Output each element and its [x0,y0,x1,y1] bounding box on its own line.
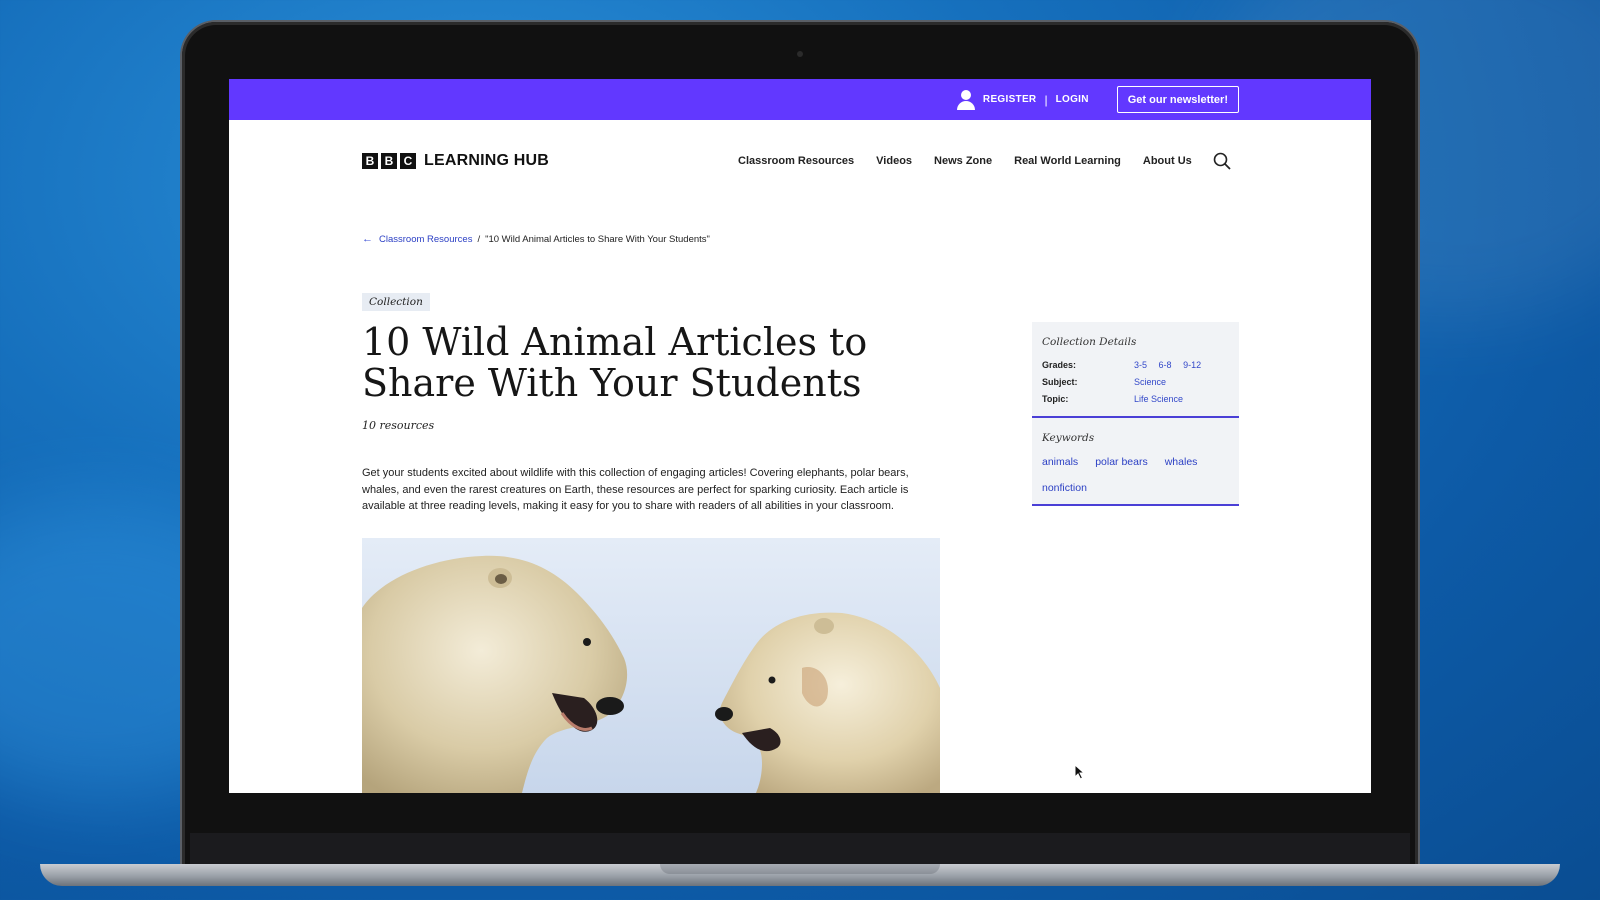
grades-row: Grades: 3-5 6-8 9-12 [1042,360,1229,370]
nav-real-world-learning[interactable]: Real World Learning [1014,155,1121,167]
site-header: B B C LEARNING HUB Classroom Resources V… [229,120,1371,205]
nav-classroom-resources[interactable]: Classroom Resources [738,155,854,167]
nav-about-us[interactable]: About Us [1143,155,1192,167]
grade-link-9-12[interactable]: 9-12 [1183,360,1201,370]
keyword-polar-bears[interactable]: polar bears [1095,456,1148,468]
camera [797,51,803,57]
subject-label: Subject: [1042,377,1078,387]
bbc-learning-hub-logo[interactable]: B B C LEARNING HUB [362,152,549,170]
laptop-bezel [190,833,1410,865]
topic-label: Topic: [1042,394,1069,404]
page-title: 10 Wild Animal Articles to Share With Yo… [362,320,868,405]
register-link[interactable]: REGISTER [983,94,1037,105]
breadcrumb-current: "10 Wild Animal Articles to Share With Y… [485,233,710,245]
collection-details-heading: Collection Details [1042,336,1137,348]
user-icon [956,89,975,110]
newsletter-button[interactable]: Get our newsletter! [1116,86,1239,113]
logo-block-3: C [400,153,416,169]
keywords-list: animals polar bears whales nonfiction [1042,456,1229,494]
breadcrumb-separator: / [477,233,481,245]
keyword-animals[interactable]: animals [1042,456,1078,468]
keyword-whales[interactable]: whales [1165,456,1198,468]
logo-block-1: B [362,153,378,169]
login-link[interactable]: LOGIN [1056,94,1089,105]
back-arrow-icon[interactable]: ← [362,233,373,245]
grade-link-3-5[interactable]: 3-5 [1134,360,1147,370]
nav-videos[interactable]: Videos [876,155,912,167]
nav-news-zone[interactable]: News Zone [934,155,992,167]
browser-screen: REGISTER | LOGIN Get our newsletter! B B… [229,79,1371,793]
collection-description: Get your students excited about wildlife… [362,467,909,512]
collection-tag: Collection [362,293,430,311]
polar-bears-image [362,538,940,793]
topic-row: Topic: Life Science [1042,394,1229,404]
topic-link[interactable]: Life Science [1134,394,1183,404]
logo-block-2: B [381,153,397,169]
main-nav: Classroom Resources Videos News Zone Rea… [738,155,1192,167]
subject-link[interactable]: Science [1134,377,1166,387]
keywords-heading: Keywords [1042,432,1095,444]
topbar-separator: | [1044,92,1048,107]
breadcrumb: ← Classroom Resources / "10 Wild Animal … [362,233,710,245]
collection-sidebar: Collection Details Grades: 3-5 6-8 9-12 … [1032,322,1239,506]
resources-count: 10 resources [362,419,435,432]
subject-row: Subject: Science [1042,377,1229,387]
breadcrumb-classroom-resources[interactable]: Classroom Resources [379,234,472,245]
laptop-notch [660,864,940,874]
grades-label: Grades: [1042,360,1077,370]
keywords-card: Keywords animals polar bears whales nonf… [1032,418,1239,506]
search-icon[interactable] [1213,152,1231,170]
grade-link-6-8[interactable]: 6-8 [1159,360,1172,370]
top-bar: REGISTER | LOGIN Get our newsletter! [229,79,1371,120]
logo-text: LEARNING HUB [424,152,550,169]
mouse-cursor-icon [1074,764,1086,780]
collection-details-card: Collection Details Grades: 3-5 6-8 9-12 … [1032,322,1239,418]
keyword-nonfiction[interactable]: nonfiction [1042,482,1087,494]
